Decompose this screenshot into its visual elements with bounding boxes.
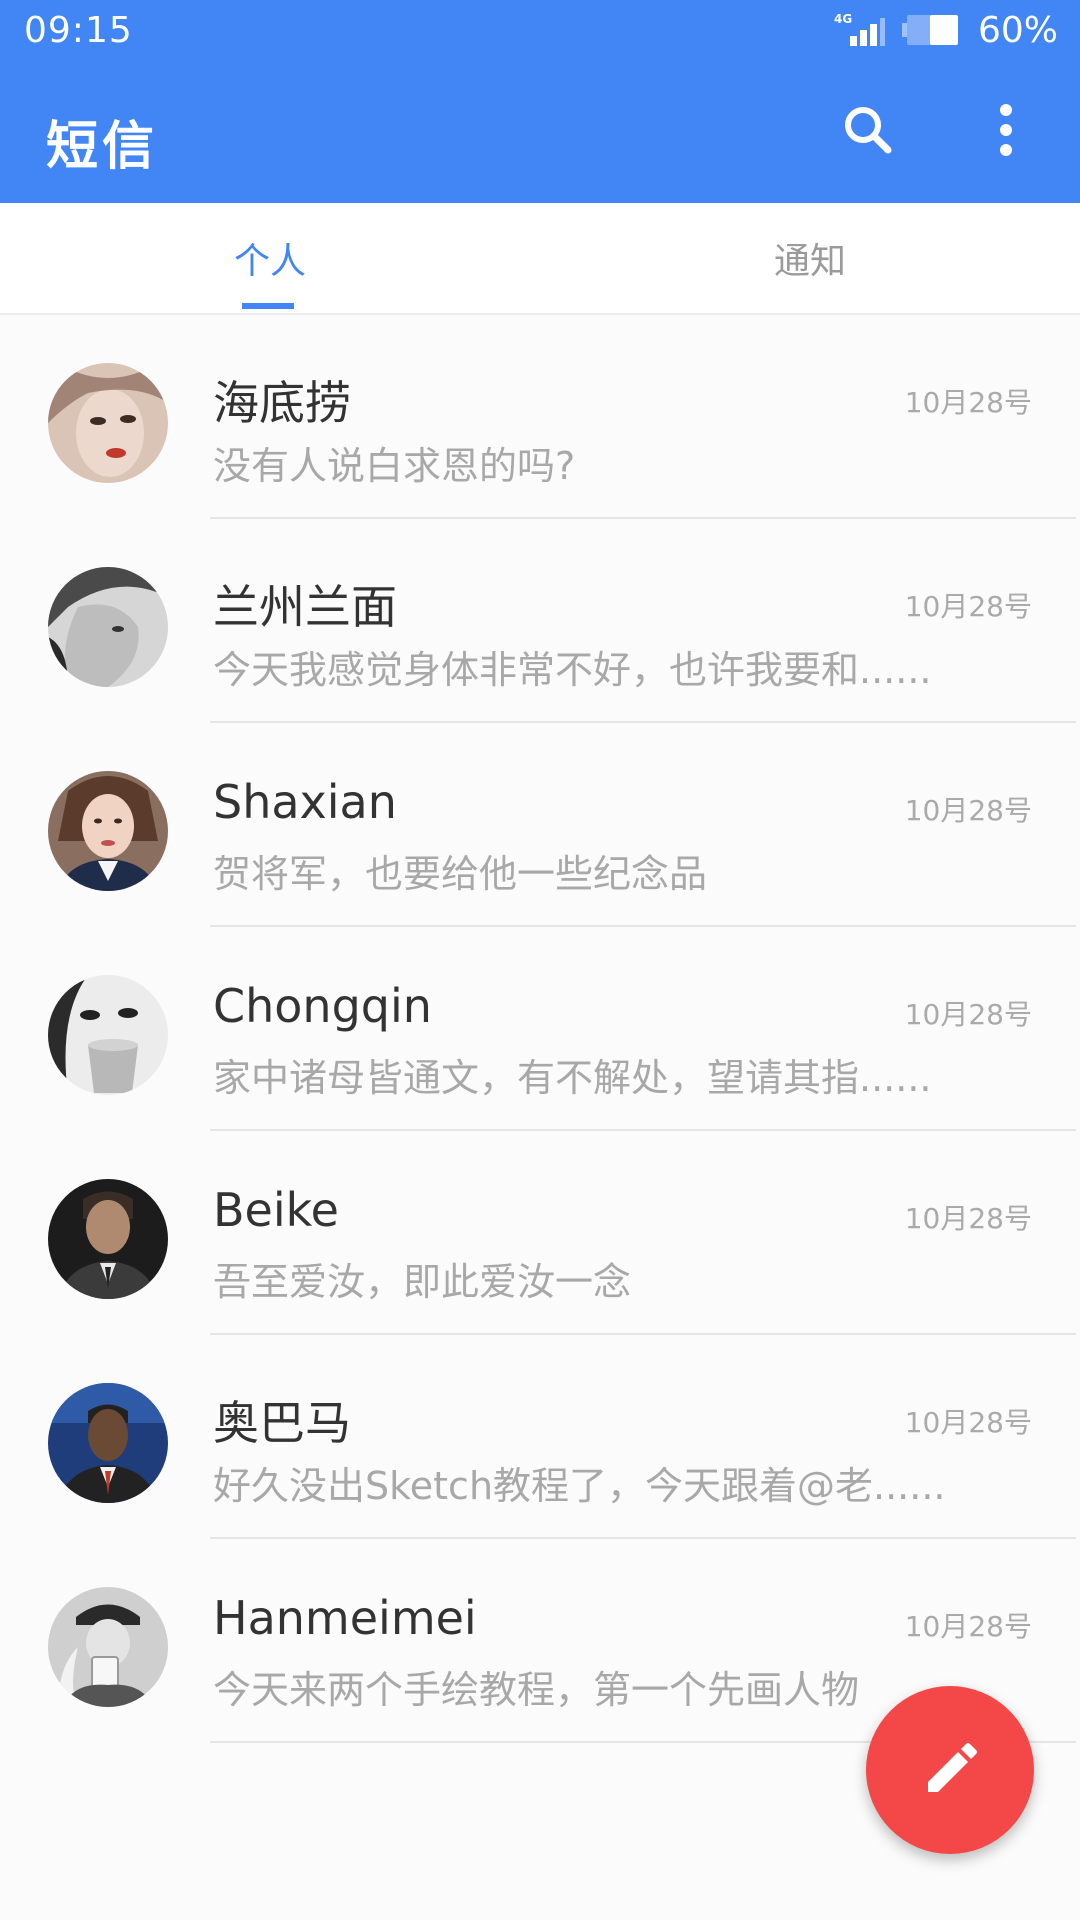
message-preview: 今天来两个手绘教程，第一个先画人物: [213, 1668, 860, 1712]
message-preview: 吾至爱汝，即此爱汝一念: [213, 1260, 632, 1304]
more-options-button[interactable]: [992, 100, 1020, 160]
avatar: [48, 363, 168, 483]
contact-name: Hanmeimei: [213, 1591, 477, 1645]
edit-pencil-icon: [928, 1743, 977, 1792]
battery-percent: 60%: [977, 9, 1058, 51]
contact-name: 奥巴马: [213, 1396, 351, 1450]
message-date: 10月28号: [904, 1202, 1032, 1235]
app-bar: 09:15 4G 60% 短信: [0, 0, 1080, 203]
signal-icon: 4G: [833, 12, 885, 48]
conversation-list: 海底捞 10月28号 没有人说白求恩的吗? 兰州兰面 10月28号 今天我感觉身…: [0, 315, 1080, 1743]
tab-label: 通知: [773, 241, 846, 282]
tab-label: 个人: [233, 241, 306, 282]
contact-name: Beike: [213, 1183, 339, 1237]
avatar: [48, 1179, 168, 1299]
avatar: [48, 771, 168, 891]
network-type: 4G: [833, 12, 853, 26]
contact-name: 兰州兰面: [213, 580, 397, 634]
page-title: 短信: [46, 117, 159, 177]
conversation-item[interactable]: Chongqin 10月28号 家中诸母皆通文，有不解处，望请其指......: [0, 927, 1080, 1131]
message-preview: 家中诸母皆通文，有不解处，望请其指......: [213, 1056, 932, 1100]
message-preview: 好久没出Sketch教程了，今天跟着@老......: [213, 1464, 946, 1508]
avatar: [48, 1587, 168, 1707]
search-icon: [845, 107, 892, 154]
battery-icon: [901, 15, 960, 45]
message-date: 10月28号: [904, 590, 1032, 623]
compose-button[interactable]: [866, 1686, 1034, 1854]
conversation-item[interactable]: 兰州兰面 10月28号 今天我感觉身体非常不好，也许我要和......: [0, 519, 1080, 723]
message-preview: 贺将军，也要给他一些纪念品: [213, 852, 708, 896]
status-bar: 09:15 4G 60%: [0, 0, 1080, 60]
avatar: [48, 1383, 168, 1503]
message-preview: 没有人说白求恩的吗?: [213, 444, 576, 488]
conversation-item[interactable]: Beike 10月28号 吾至爱汝，即此爱汝一念: [0, 1131, 1080, 1335]
search-button[interactable]: [838, 100, 898, 160]
message-date: 10月28号: [904, 1610, 1032, 1643]
contact-name: Shaxian: [213, 775, 397, 829]
contact-name: 海底捞: [213, 376, 351, 430]
message-preview: 今天我感觉身体非常不好，也许我要和......: [213, 648, 932, 692]
tab-bar: 个人 通知: [0, 203, 1080, 315]
message-date: 10月28号: [904, 1406, 1032, 1439]
tab-notifications[interactable]: 通知: [540, 203, 1080, 313]
avatar: [48, 567, 168, 687]
message-date: 10月28号: [904, 794, 1032, 827]
conversation-item[interactable]: 奥巴马 10月28号 好久没出Sketch教程了，今天跟着@老......: [0, 1335, 1080, 1539]
tab-indicator: [242, 303, 294, 309]
conversation-item[interactable]: 海底捞 10月28号 没有人说白求恩的吗?: [0, 315, 1080, 519]
status-right: 4G 60%: [834, 8, 1058, 52]
avatar: [48, 975, 168, 1095]
status-time: 09:15: [24, 10, 133, 51]
conversation-item[interactable]: Shaxian 10月28号 贺将军，也要给他一些纪念品: [0, 723, 1080, 927]
contact-name: Chongqin: [213, 979, 432, 1033]
message-date: 10月28号: [904, 998, 1032, 1031]
message-date: 10月28号: [904, 386, 1032, 419]
tab-personal[interactable]: 个人: [0, 203, 540, 313]
more-vert-icon: [1000, 104, 1012, 156]
